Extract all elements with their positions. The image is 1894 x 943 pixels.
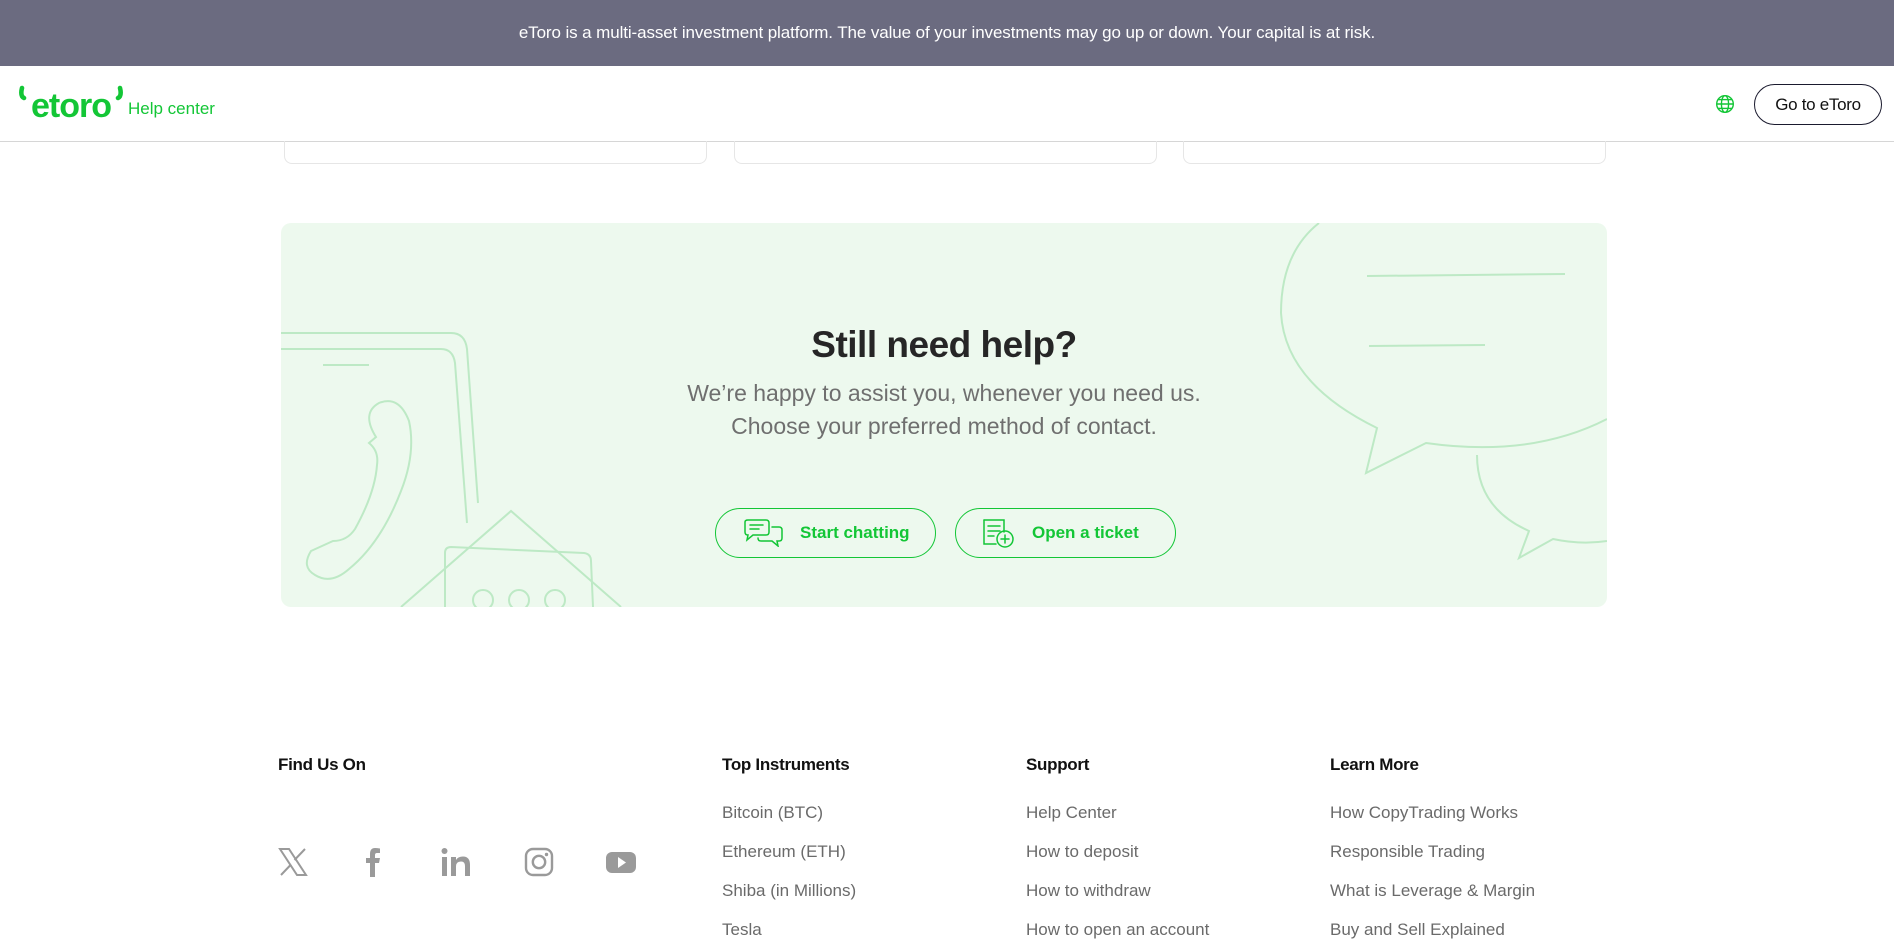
linkedin-icon[interactable] <box>440 847 472 882</box>
article-card[interactable] <box>734 141 1157 164</box>
open-ticket-label: Open a ticket <box>1032 523 1139 542</box>
still-need-help-panel: Still need help? We’re happy to assist y… <box>281 223 1607 607</box>
svg-text:etoro: etoro <box>31 87 111 120</box>
instagram-icon[interactable] <box>524 847 554 882</box>
footer-link[interactable]: Help Center <box>1026 803 1209 842</box>
footer-link[interactable]: Tesla <box>722 920 856 943</box>
footer-link[interactable]: How to withdraw <box>1026 881 1209 920</box>
footer-link[interactable]: Shiba (in Millions) <box>722 881 856 920</box>
help-subtitle-line: Choose your preferred method of contact. <box>731 413 1157 439</box>
footer-heading: Learn More <box>1330 755 1419 774</box>
help-subtitle: We’re happy to assist you, whenever you … <box>281 377 1607 443</box>
help-title: Still need help? <box>811 324 1077 365</box>
footer-link[interactable]: How to deposit <box>1026 842 1209 881</box>
ticket-plus-icon <box>983 519 1014 548</box>
risk-warning-text: eToro is a multi-asset investment platfo… <box>518 23 1376 42</box>
globe-icon[interactable] <box>1715 94 1735 114</box>
x-twitter-icon[interactable] <box>278 847 308 882</box>
risk-warning-banner: eToro is a multi-asset investment platfo… <box>0 0 1894 66</box>
open-ticket-button[interactable]: Open a ticket <box>955 508 1176 558</box>
help-subtitle-line: We’re happy to assist you, whenever you … <box>687 380 1201 406</box>
article-card[interactable] <box>1183 141 1606 164</box>
footer-column-learn-more: Learn More How CopyTrading Works Respons… <box>1330 755 1535 943</box>
footer-heading: Find Us On <box>278 755 366 774</box>
footer-link[interactable]: How CopyTrading Works <box>1330 803 1535 842</box>
article-card[interactable] <box>284 141 707 164</box>
footer-column-support: Support Help Center How to deposit How t… <box>1026 755 1209 943</box>
help-center-label: Help center <box>128 99 215 118</box>
site-header: etoro Help center Go to eToro <box>0 66 1894 142</box>
etoro-logo-icon: etoro <box>19 85 123 120</box>
footer-heading: Top Instruments <box>722 755 850 774</box>
go-to-etoro-button[interactable]: Go to eToro <box>1754 84 1882 125</box>
footer-link[interactable]: Bitcoin (BTC) <box>722 803 856 842</box>
chat-bubbles-icon <box>744 519 783 547</box>
footer-link[interactable]: Ethereum (ETH) <box>722 842 856 881</box>
footer-column-top-instruments: Top Instruments Bitcoin (BTC) Ethereum (… <box>722 755 856 943</box>
footer-find-us: Find Us On <box>278 755 366 779</box>
footer-heading: Support <box>1026 755 1090 774</box>
start-chatting-button[interactable]: Start chatting <box>715 508 936 558</box>
footer-link[interactable]: Responsible Trading <box>1330 842 1535 881</box>
etoro-logo[interactable]: etoro Help center <box>18 84 215 120</box>
start-chatting-label: Start chatting <box>800 523 910 542</box>
social-links <box>278 793 637 882</box>
footer-link[interactable]: How to open an account <box>1026 920 1209 943</box>
footer-link[interactable]: Buy and Sell Explained <box>1330 920 1535 943</box>
youtube-icon[interactable] <box>605 847 637 882</box>
footer-link[interactable]: What is Leverage & Margin <box>1330 881 1535 920</box>
facebook-icon[interactable] <box>358 847 388 882</box>
